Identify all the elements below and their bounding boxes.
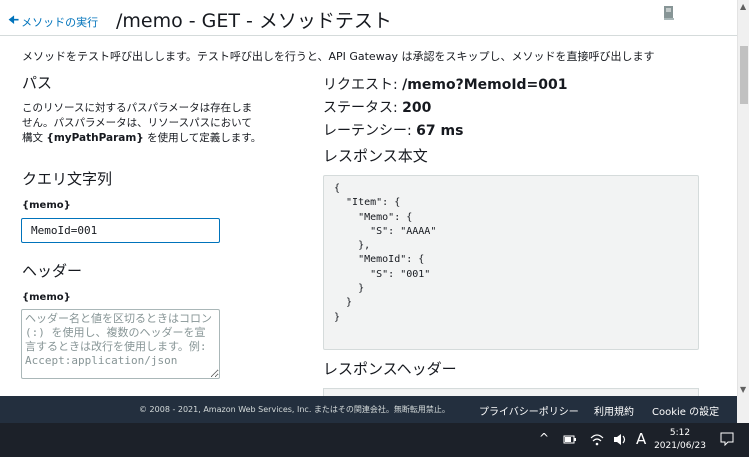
notification-icon[interactable] — [720, 432, 734, 446]
scroll-down-icon[interactable]: ▼ — [740, 385, 746, 394]
path-note-syntax-code: {myPathParam} — [46, 132, 144, 144]
show-hidden-icons-chevron[interactable]: ^ — [539, 431, 549, 445]
path-note-syntax-label: 構文 — [22, 132, 47, 144]
query-string-heading: クエリ文字列 — [22, 170, 113, 188]
scroll-up-icon[interactable]: ▲ — [740, 2, 746, 11]
path-note-line-2: せん。パスパラメータは、リソースパスにおいて — [22, 117, 252, 129]
volume-icon[interactable] — [613, 433, 627, 446]
response-headers-panel — [323, 388, 699, 396]
query-string-input[interactable] — [21, 218, 220, 243]
response-headers-heading: レスポンスヘッダー — [323, 360, 457, 378]
latency-value: 67 ms — [416, 123, 464, 139]
request-value: /memo?MemoId=001 — [402, 77, 568, 93]
copyright-text: © 2008 - 2021, Amazon Web Services, Inc.… — [139, 405, 450, 414]
headers-heading: ヘッダー — [22, 262, 83, 280]
page-title: /memo - GET - メソッドテスト — [116, 10, 392, 32]
clock-date: 2021/06/23 — [654, 441, 706, 451]
status-line: ステータス: 200 — [323, 97, 431, 117]
header-param-label: {memo} — [22, 292, 71, 303]
console-footer: © 2008 - 2021, Amazon Web Services, Inc.… — [0, 396, 737, 423]
back-to-method-execution-link[interactable]: 🠈 メソッドの実行 — [8, 11, 98, 32]
headers-textarea[interactable] — [21, 309, 220, 379]
request-label: リクエスト: — [323, 77, 403, 93]
response-body-panel[interactable]: { "Item": { "Memo": { "S": "AAAA" }, "Me… — [323, 175, 699, 350]
cookie-settings-link[interactable]: Cookie の設定 — [652, 403, 719, 418]
ime-mode-indicator[interactable]: A — [636, 430, 646, 448]
latency-label: レーテンシー: — [323, 123, 417, 139]
status-value: 200 — [402, 100, 432, 116]
scrollbar-thumb[interactable] — [740, 46, 748, 104]
status-label: ステータス: — [323, 100, 403, 116]
wifi-icon[interactable] — [590, 433, 604, 446]
battery-icon[interactable] — [563, 434, 577, 445]
request-params-column: パス このリソースに対するパスパラメータは存在しま せん。パスパラメータは、リソ… — [22, 72, 292, 303]
arrow-left-icon: 🠈 — [8, 13, 20, 27]
path-params-note: このリソースに対するパスパラメータは存在しま せん。パスパラメータは、リソースパ… — [22, 101, 292, 146]
terms-link[interactable]: 利用規約 — [594, 403, 634, 418]
back-link-label: メソッドの実行 — [21, 15, 99, 29]
system-clock[interactable]: 5:12 2021/06/23 — [650, 427, 710, 453]
path-note-line-1: このリソースに対するパスパラメータは存在しま — [22, 102, 253, 114]
response-body-heading: レスポンス本文 — [323, 147, 428, 165]
query-param-label: {memo} — [22, 200, 71, 211]
page-description: メソッドをテスト呼び出しします。テスト呼び出しを行うと、API Gateway … — [22, 50, 655, 63]
book-icon[interactable] — [661, 4, 677, 21]
page-header: 🠈 メソッドの実行 /memo - GET - メソッドテスト — [0, 0, 737, 36]
footer-scrollbar-gutter — [737, 396, 749, 423]
path-note-syntax-tail: を使用して定義します。 — [143, 132, 262, 144]
response-body-json: { "Item": { "Memo": { "S": "AAAA" }, "Me… — [334, 183, 437, 323]
path-heading: パス — [22, 74, 53, 92]
page-scrollbar[interactable]: ▲ ▼ — [737, 0, 749, 396]
path-note-line-3: 構文 {myPathParam} を使用して定義します。 — [22, 131, 292, 146]
method-test-page: 🠈 メソッドの実行 /memo - GET - メソッドテスト メソッドをテスト… — [0, 0, 737, 396]
privacy-policy-link[interactable]: プライバシーポリシー — [479, 403, 579, 418]
request-line: リクエスト: /memo?MemoId=001 — [323, 74, 568, 94]
latency-line: レーテンシー: 67 ms — [323, 120, 463, 140]
clock-time: 5:12 — [669, 428, 691, 438]
windows-taskbar: ^ A 5:12 2021/06/23 — [0, 423, 749, 457]
